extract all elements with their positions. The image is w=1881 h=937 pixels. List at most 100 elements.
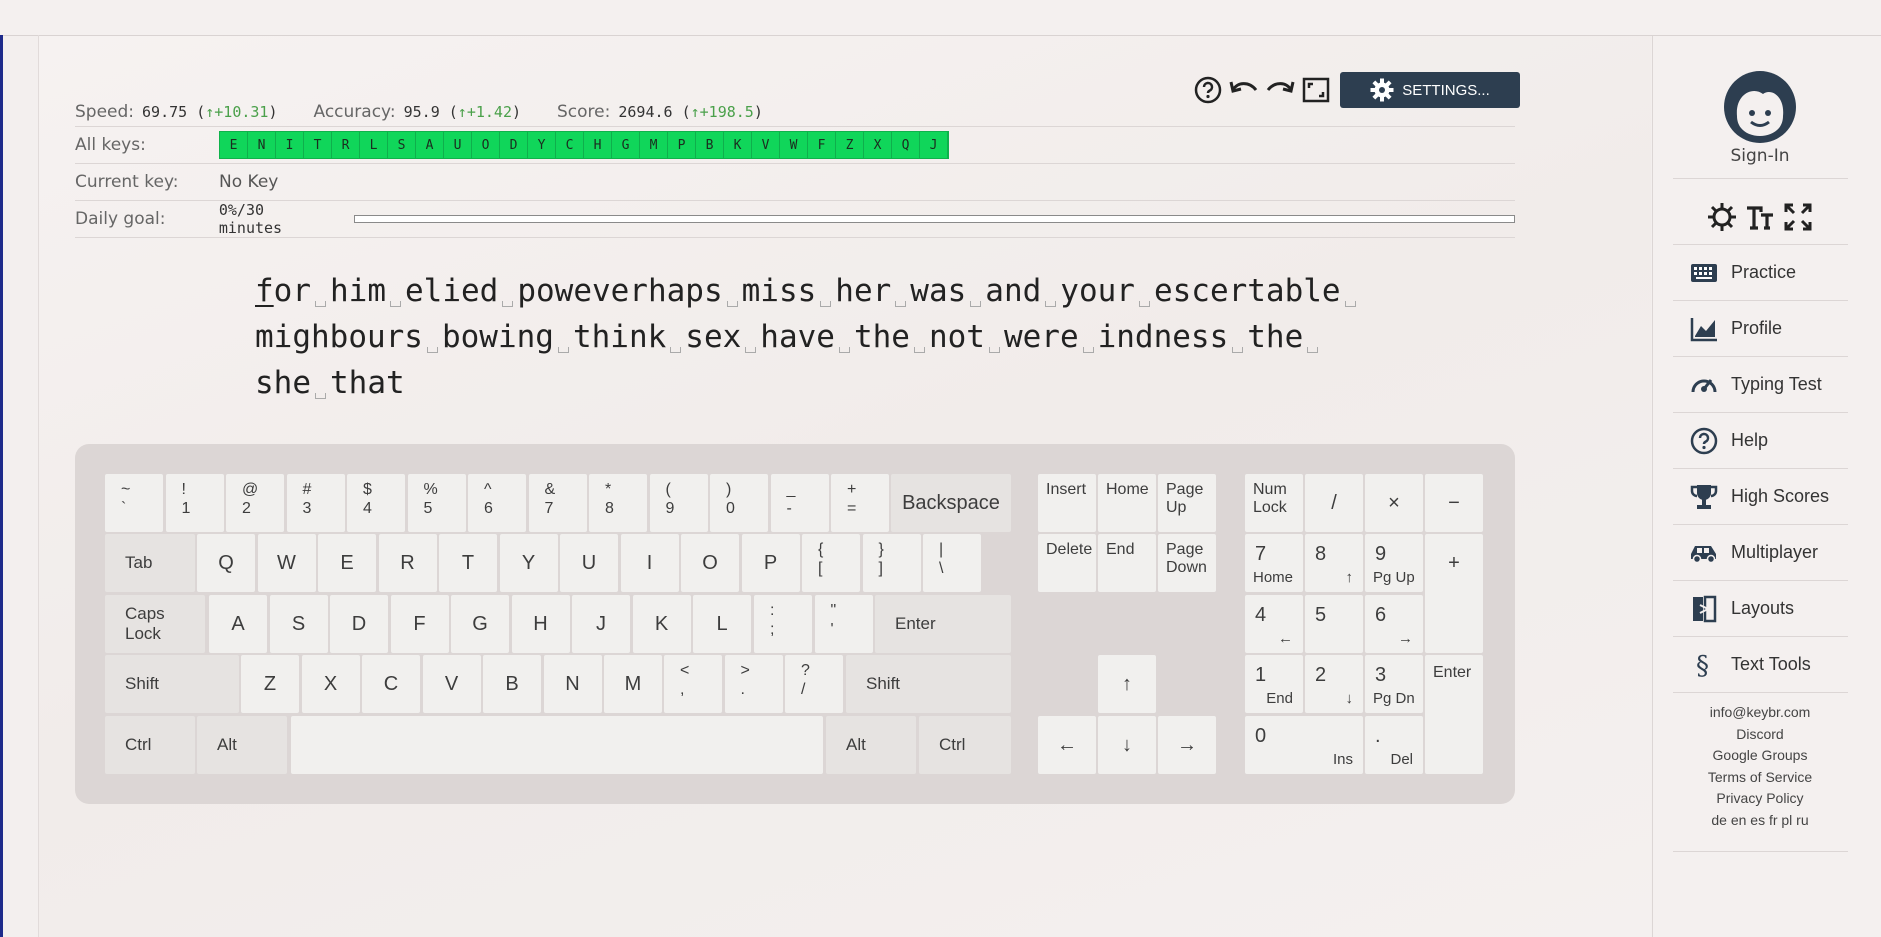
key-sym[interactable]: <, — [664, 655, 722, 713]
key-9[interactable]: (9 — [649, 474, 708, 532]
numpad-plus-key[interactable]: + — [1425, 534, 1483, 653]
key-sym[interactable]: | \ — [923, 534, 981, 592]
key-8[interactable]: * 8 — [589, 474, 647, 532]
key-V[interactable]: V — [422, 655, 481, 713]
key-0[interactable]: ) 0 — [710, 474, 768, 532]
sidebar-item-text-tools[interactable]: § Text Tools — [1673, 637, 1848, 693]
key-5[interactable]: % 5 — [407, 474, 466, 532]
font-size-icon[interactable] — [1745, 202, 1775, 236]
key-K[interactable]: K — [632, 595, 691, 653]
key-sym[interactable]: {[ — [802, 534, 860, 592]
key-7[interactable]: & 7 — [528, 474, 587, 532]
right-shift-key[interactable]: Shift — [846, 655, 1011, 713]
key-F[interactable]: F — [390, 595, 449, 653]
space-key[interactable] — [291, 716, 823, 774]
arrow-up-key[interactable]: ↑ — [1098, 655, 1156, 713]
key-A[interactable]: A — [209, 595, 267, 653]
delete-key[interactable]: Delete — [1038, 534, 1096, 592]
key-sym[interactable]: }] — [862, 534, 921, 592]
left-shift-key[interactable]: Shift — [105, 655, 239, 713]
key-G[interactable]: G — [451, 595, 509, 653]
key-Y[interactable]: Y — [499, 534, 558, 592]
backspace-key[interactable]: Backspace — [891, 474, 1011, 532]
key-B[interactable]: B — [483, 655, 541, 713]
numpad-n9-key[interactable]: 9 Pg Up — [1365, 534, 1423, 592]
numpad-divide-key[interactable]: / — [1305, 474, 1363, 532]
key-D[interactable]: D — [330, 595, 388, 653]
numpad-n6-key[interactable]: 6 → — [1365, 595, 1423, 653]
right-ctrl-key[interactable]: Ctrl — [919, 716, 1011, 774]
sidebar-item-profile[interactable]: Profile — [1673, 301, 1848, 357]
sidebar-item-high-scores[interactable]: High Scores — [1673, 469, 1848, 525]
footer-link[interactable]: Privacy Policy — [1652, 788, 1868, 810]
key-sym[interactable]: " ' — [814, 595, 873, 653]
right-alt-key[interactable]: Alt — [826, 716, 916, 774]
insert-key[interactable]: Insert — [1038, 474, 1096, 532]
numpad-multiply-key[interactable]: × — [1365, 474, 1423, 532]
footer-link[interactable]: Terms of Service — [1652, 767, 1868, 789]
key-Q[interactable]: Q — [197, 534, 255, 592]
key-U[interactable]: U — [560, 534, 618, 592]
footer-link[interactable]: info@keybr.com — [1652, 702, 1868, 724]
numpad-enter-key[interactable]: Enter — [1425, 655, 1483, 774]
footer-link[interactable]: Google Groups — [1652, 745, 1868, 767]
numpad-minus-key[interactable]: − — [1425, 474, 1483, 532]
page-up-key[interactable]: Page Up — [1158, 474, 1216, 532]
sign-in-link[interactable]: Sign-In — [1652, 146, 1868, 166]
enter-key[interactable]: Enter — [875, 595, 1011, 653]
key-2[interactable]: @2 — [226, 474, 284, 532]
num-lock-key[interactable]: Num Lock — [1245, 474, 1303, 532]
key-W[interactable]: W — [257, 534, 316, 592]
home-key[interactable]: Home — [1098, 474, 1156, 532]
key-C[interactable]: C — [362, 655, 420, 713]
key-N[interactable]: N — [543, 655, 602, 713]
key-L[interactable]: L — [693, 595, 751, 653]
key-sym[interactable]: :; — [754, 595, 812, 653]
tab-key[interactable]: Tab — [105, 534, 195, 592]
theme-icon[interactable] — [1707, 202, 1737, 236]
key-X[interactable]: X — [301, 655, 360, 713]
key-`[interactable]: ~ ` — [105, 474, 163, 532]
sidebar-item-practice[interactable]: Practice — [1673, 245, 1848, 301]
key-J[interactable]: J — [572, 595, 630, 653]
sidebar-item-multiplayer[interactable]: Multiplayer — [1673, 525, 1848, 581]
key-M[interactable]: M — [604, 655, 662, 713]
key-O[interactable]: O — [681, 534, 739, 592]
sidebar-item-typing-test[interactable]: Typing Test — [1673, 357, 1848, 413]
key-6[interactable]: ^ 6 — [468, 474, 526, 532]
left-ctrl-key[interactable]: Ctrl — [105, 716, 195, 774]
arrow-right-key[interactable]: → — [1158, 716, 1216, 774]
key-=[interactable]: + = — [831, 474, 889, 532]
expand-icon[interactable] — [1783, 202, 1813, 236]
numpad-n5-key[interactable]: 5 — [1305, 595, 1363, 653]
lesson-text[interactable]: for him elied poweverhaps miss her was and your e… — [255, 268, 1360, 406]
page-down-key[interactable]: Page Down — [1158, 534, 1216, 592]
avatar[interactable] — [1723, 70, 1797, 148]
footer-link[interactable]: de en es fr pl ru — [1652, 810, 1868, 832]
key-S[interactable]: S — [269, 595, 328, 653]
numpad-n2-key[interactable]: 2 ↓ — [1305, 655, 1363, 713]
numpad-n1-key[interactable]: 1 End — [1245, 655, 1303, 713]
numpad-0-key[interactable]: 0 Ins — [1245, 716, 1363, 774]
key-Z[interactable]: Z — [241, 655, 299, 713]
numpad-dot-key[interactable]: . Del — [1365, 716, 1423, 774]
key--[interactable]: _ - — [770, 474, 829, 532]
numpad-n3-key[interactable]: 3 Pg Dn — [1365, 655, 1423, 713]
sidebar-item-layouts[interactable]: Layouts — [1673, 581, 1848, 637]
key-P[interactable]: P — [741, 534, 800, 592]
arrow-left-key[interactable]: ← — [1038, 716, 1096, 774]
key-E[interactable]: E — [318, 534, 376, 592]
caps-lock-key[interactable]: Caps Lock — [105, 595, 205, 653]
key-T[interactable]: T — [439, 534, 497, 592]
footer-link[interactable]: Discord — [1652, 724, 1868, 746]
key-3[interactable]: #3 — [286, 474, 345, 532]
key-sym[interactable]: ? / — [785, 655, 843, 713]
key-sym[interactable]: >. — [724, 655, 783, 713]
key-I[interactable]: I — [620, 534, 679, 592]
key-4[interactable]: $4 — [347, 474, 405, 532]
numpad-n8-key[interactable]: 8 ↑ — [1305, 534, 1363, 592]
key-H[interactable]: H — [511, 595, 570, 653]
key-1[interactable]: ! 1 — [165, 474, 224, 532]
end-key[interactable]: End — [1098, 534, 1156, 592]
arrow-down-key[interactable]: ↓ — [1098, 716, 1156, 774]
